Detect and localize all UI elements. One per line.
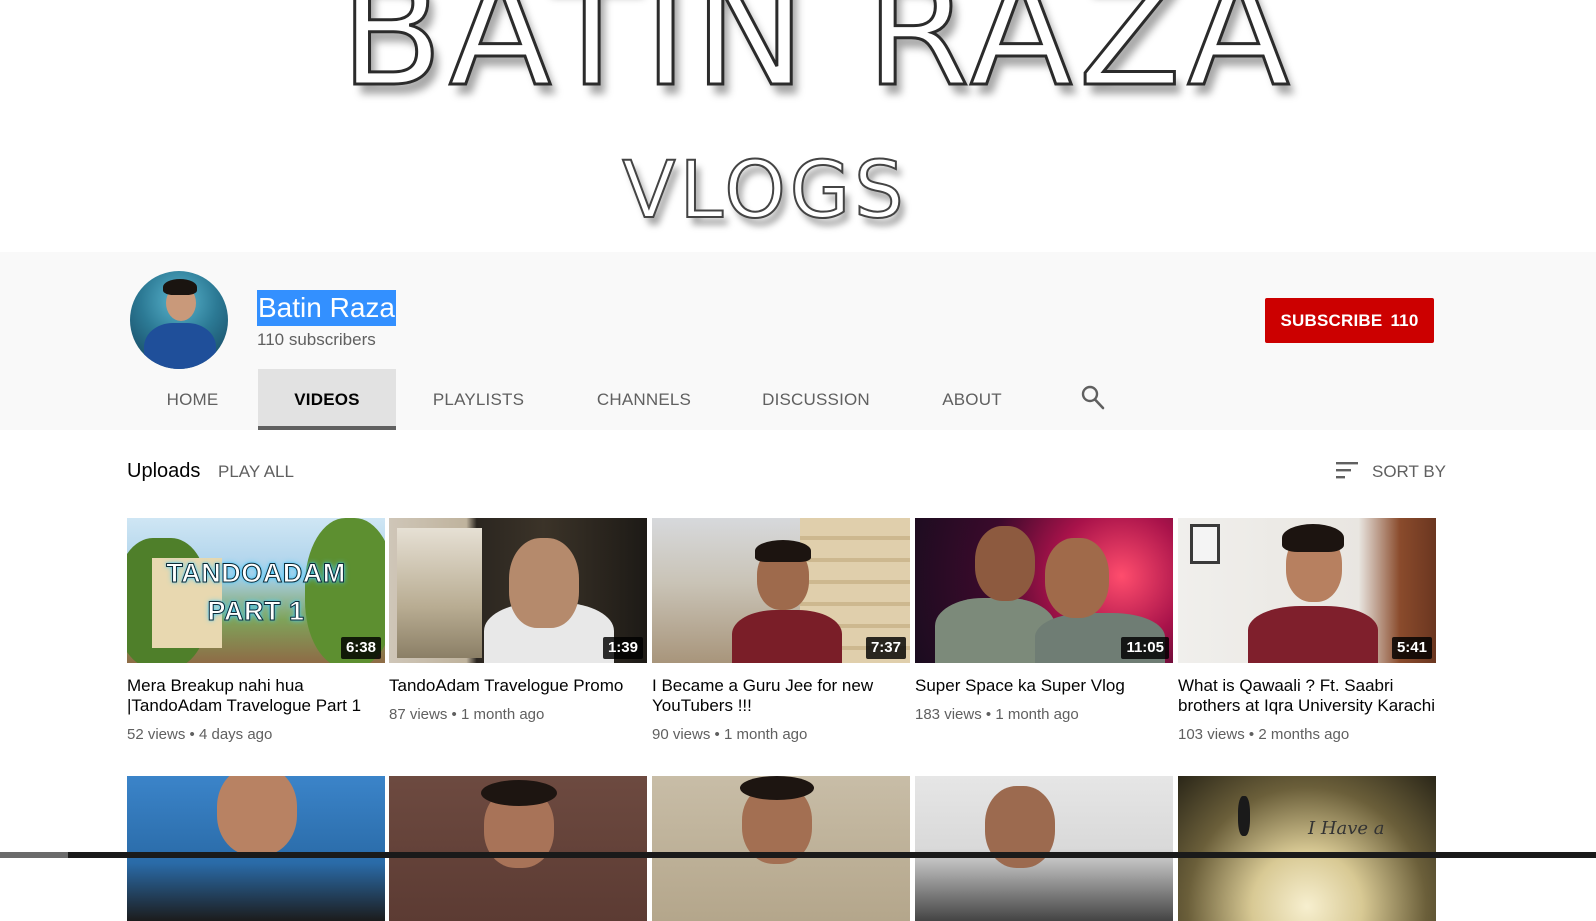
tab-channels[interactable]: CHANNELS	[561, 369, 727, 430]
video-card[interactable]: TANDOADAM PART 1 6:38 Mera Breakup nahi …	[127, 518, 385, 743]
video-title[interactable]: I Became a Guru Jee for new YouTubers !!…	[652, 676, 910, 716]
video-meta: 103 views • 2 months ago	[1178, 726, 1436, 743]
sort-by-button[interactable]: SORT BY	[1336, 460, 1446, 484]
video-thumbnail[interactable]: 5:41	[1178, 518, 1436, 663]
subscriber-count: 110 subscribers	[257, 330, 376, 349]
video-card[interactable]: 7:37 I Became a Guru Jee for new YouTube…	[652, 518, 910, 743]
video-card[interactable]	[389, 776, 647, 921]
subscribe-label: SUBSCRIBE	[1280, 310, 1383, 330]
view-count: 103 views	[1178, 726, 1245, 743]
channel-avatar[interactable]	[130, 271, 228, 369]
upload-age: 1 month ago	[995, 706, 1079, 723]
view-count: 87 views	[389, 706, 448, 723]
search-icon[interactable]	[1080, 383, 1106, 411]
video-title[interactable]: TandoAdam Travelogue Promo	[389, 676, 647, 696]
tab-about[interactable]: ABOUT	[905, 369, 1039, 430]
upload-age: 4 days ago	[198, 726, 273, 743]
video-thumbnail[interactable]: 7:37	[652, 518, 910, 663]
video-thumbnail[interactable]	[652, 776, 910, 921]
video-title[interactable]: Super Space ka Super Vlog	[915, 676, 1173, 696]
sort-icon	[1336, 460, 1360, 485]
video-meta: 52 views • 4 days ago	[127, 726, 385, 743]
video-thumbnail[interactable]: I Have a	[1178, 776, 1436, 921]
meta-separator: •	[985, 706, 992, 723]
play-all-button[interactable]: PLAY ALL	[218, 462, 294, 482]
video-card[interactable]	[652, 776, 910, 921]
tab-discussion[interactable]: DISCUSSION	[727, 369, 905, 430]
channel-tabs: HOME VIDEOS PLAYLISTS CHANNELS DISCUSSIO…	[127, 369, 1039, 430]
subscribe-button[interactable]: SUBSCRIBE 110	[1265, 298, 1434, 343]
upload-age: 2 months ago	[1258, 726, 1350, 743]
video-card[interactable]	[915, 776, 1173, 921]
upload-age: 1 month ago	[723, 726, 808, 743]
upload-age: 1 month ago	[460, 706, 545, 723]
subscribe-count: 110	[1390, 310, 1419, 330]
channel-name: Batin Raza	[257, 290, 396, 326]
video-thumbnail[interactable]	[915, 776, 1173, 921]
video-thumbnail[interactable]: 11:05	[915, 518, 1173, 663]
video-duration: 1:39	[602, 637, 643, 659]
sort-by-label: SORT BY	[1372, 462, 1447, 481]
meta-separator: •	[714, 726, 720, 743]
video-title[interactable]: What is Qawaali ? Ft. Saabri brothers at…	[1178, 676, 1436, 716]
meta-separator: •	[189, 726, 195, 743]
tab-home[interactable]: HOME	[127, 369, 258, 430]
meta-separator: •	[1248, 726, 1255, 743]
video-thumbnail[interactable]	[127, 776, 385, 921]
banner-subtitle: VLOGS	[621, 146, 908, 236]
thumbnail-text-line1: TANDOADAM	[166, 558, 346, 589]
uploads-heading: Uploads	[127, 460, 201, 482]
horizontal-scrollbar[interactable]	[0, 852, 1596, 858]
meta-separator: •	[451, 706, 457, 723]
thumbnail-overlay-text: TANDOADAM PART 1	[127, 554, 385, 630]
channel-banner: BATIN RAZA VLOGS	[0, 0, 1596, 252]
avatar-body-shape	[144, 323, 216, 369]
scrollbar-thumb[interactable]	[0, 852, 68, 858]
channel-header: Batin Raza 110 subscribers SUBSCRIBE 110…	[0, 252, 1596, 430]
video-duration: 7:37	[865, 637, 906, 659]
thumbnail-overlay-text: I Have a	[1308, 818, 1385, 839]
video-card[interactable]: 5:41 What is Qawaali ? Ft. Saabri brothe…	[1178, 518, 1436, 743]
video-meta: 87 views • 1 month ago	[389, 706, 647, 723]
video-card[interactable]	[127, 776, 385, 921]
avatar-hair-shape	[163, 279, 197, 295]
video-duration: 11:05	[1121, 637, 1169, 659]
view-count: 90 views	[652, 726, 711, 743]
video-card[interactable]: 1:39 TandoAdam Travelogue Promo 87 views…	[389, 518, 647, 723]
video-title[interactable]: Mera Breakup nahi hua |TandoAdam Travelo…	[127, 676, 385, 716]
video-duration: 6:38	[340, 637, 381, 659]
video-duration: 5:41	[1391, 637, 1432, 659]
banner-title: BATIN RAZA	[339, 0, 1296, 120]
video-card[interactable]: I Have a	[1178, 776, 1436, 921]
tab-playlists[interactable]: PLAYLISTS	[396, 369, 561, 430]
view-count: 183 views	[915, 706, 982, 723]
view-count: 52 views	[127, 726, 186, 743]
video-thumbnail[interactable]: TANDOADAM PART 1 6:38	[127, 518, 385, 663]
thumbnail-text-line2: PART 1	[207, 596, 305, 627]
video-card[interactable]: 11:05 Super Space ka Super Vlog 183 view…	[915, 518, 1173, 723]
tab-videos[interactable]: VIDEOS	[258, 369, 396, 430]
video-meta: 183 views • 1 month ago	[915, 706, 1173, 723]
video-thumbnail[interactable]	[389, 776, 647, 921]
video-thumbnail[interactable]: 1:39	[389, 518, 647, 663]
video-meta: 90 views • 1 month ago	[652, 726, 910, 743]
